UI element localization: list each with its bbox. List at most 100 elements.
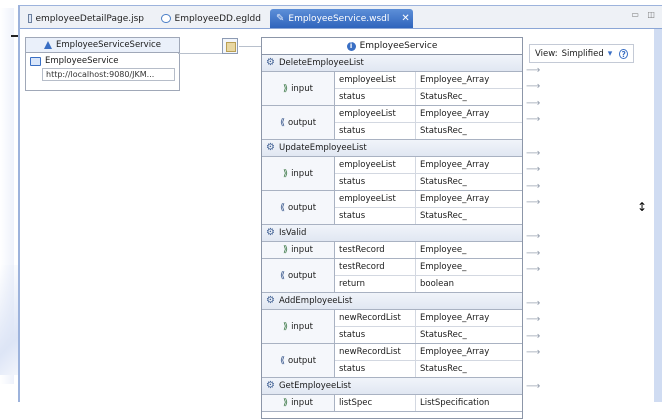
operation-header[interactable]: ⚙ DeleteEmployeeList: [262, 55, 522, 72]
input-arrow-icon: ⟫: [283, 321, 289, 332]
part-row[interactable]: employeeList Employee_Array: [335, 191, 522, 208]
part-name: status: [335, 89, 416, 105]
part-type: Employee_Array: [420, 194, 490, 204]
input-message[interactable]: ⟫ input listSpec ListSpecification: [262, 395, 522, 412]
output-arrow-icon: ⟪: [279, 117, 285, 128]
service-binding-connector: [178, 53, 222, 54]
port-address[interactable]: http://localhost:9080/JKM...: [42, 68, 175, 81]
part-row[interactable]: listSpec ListSpecification: [335, 395, 522, 411]
part-row[interactable]: return boolean: [335, 276, 522, 292]
arrow-right-icon: ⟶: [526, 148, 541, 159]
interface-icon: i: [346, 41, 356, 51]
interface-box[interactable]: i EmployeeService ⚙ DeleteEmployeeList ⟫ in…: [261, 37, 523, 419]
operation-name: GetEmployeeList: [278, 381, 352, 391]
part-name: employeeList: [335, 72, 416, 88]
tab-employee-service-wsdl[interactable]: ✎ EmployeeService.wsdl ✕: [270, 9, 413, 28]
part-row[interactable]: status StatusRec_: [335, 123, 522, 139]
arrow-right-icon: ⟶: [526, 331, 541, 342]
input-message[interactable]: ⟫ input newRecordList Employee_Array status S…: [262, 310, 522, 344]
arrow-right-icon: ⟶: [526, 264, 541, 275]
operation-icon: ⚙: [266, 142, 275, 153]
arrow-right-icon: ⟶: [526, 298, 541, 309]
input-parts: newRecordList Employee_Array status StatusR…: [335, 310, 522, 343]
part-row[interactable]: status StatusRec_: [335, 327, 522, 343]
operation-header[interactable]: ⚙ UpdateEmployeeList: [262, 140, 522, 157]
tab-employee-detail-page[interactable]: employeeDetailPage.jsp: [22, 9, 150, 28]
operation-icon: ⚙: [266, 380, 275, 391]
arrow-right-icon: ⟶: [526, 81, 541, 92]
port-name: EmployeeService: [45, 56, 119, 66]
output-label: ⟪ output: [262, 344, 335, 377]
part-row[interactable]: status StatusRec_: [335, 361, 522, 377]
input-label: ⟫ input: [262, 395, 335, 411]
interface-title: EmployeeService: [359, 41, 438, 51]
close-icon[interactable]: ✕: [401, 13, 409, 24]
input-message[interactable]: ⟫ input employeeList Employee_Array status St…: [262, 72, 522, 106]
input-message[interactable]: ⟫ input employeeList Employee_Array status St…: [262, 157, 522, 191]
jsp-file-icon: [28, 14, 32, 23]
part-name: testRecord: [335, 259, 416, 275]
part-type: ListSpecification: [420, 398, 490, 408]
part-row[interactable]: employeeList Employee_Array: [335, 72, 522, 89]
part-name: newRecordList: [335, 344, 416, 360]
input-arrow-icon: ⟫: [283, 168, 289, 179]
operation-name: DeleteEmployeeList: [278, 58, 364, 68]
part-row[interactable]: newRecordList Employee_Array: [335, 310, 522, 327]
output-message[interactable]: ⟪ output testRecord Employee_ return boolean: [262, 259, 522, 293]
operation-name: IsValid: [278, 228, 307, 238]
arrow-right-icon: ⟶: [526, 314, 541, 325]
slide-bullet-dash: [11, 35, 18, 37]
input-label: ⟫ input: [262, 157, 335, 190]
part-row[interactable]: employeeList Employee_Array: [335, 157, 522, 174]
tab-employee-dd[interactable]: EmployeeDD.egldd: [155, 9, 267, 28]
view-label: View:: [535, 48, 558, 59]
view-value: Simplified: [561, 48, 604, 59]
operation-icon: ⚙: [266, 295, 275, 306]
tab-label: employeeDetailPage.jsp: [35, 13, 145, 24]
part-name: employeeList: [335, 191, 416, 207]
part-row[interactable]: testRecord Employee_: [335, 259, 522, 276]
operation-header[interactable]: ⚙ AddEmployeeList: [262, 293, 522, 310]
port-row[interactable]: EmployeeService: [26, 53, 179, 66]
output-message[interactable]: ⟪ output employeeList Employee_Array status S…: [262, 106, 522, 140]
part-name: status: [335, 327, 416, 343]
operations-list: ⚙ DeleteEmployeeList ⟫ input employeeList Emp…: [262, 55, 522, 412]
operation-header[interactable]: ⚙ GetEmployeeList: [262, 378, 522, 395]
input-label: ⟫ input: [262, 242, 335, 258]
output-message[interactable]: ⟪ output employeeList Employee_Array status S…: [262, 191, 522, 225]
input-parts: employeeList Employee_Array status StatusRe…: [335, 72, 522, 105]
view-selector[interactable]: View: Simplified ▾ ?: [529, 44, 634, 63]
input-label-text: input: [291, 245, 313, 255]
window-controls[interactable]: ▭ ◫: [631, 10, 658, 19]
arrow-right-icon: ⟶: [526, 248, 541, 259]
chevron-down-icon[interactable]: ▾: [608, 49, 613, 59]
part-row[interactable]: newRecordList Employee_Array: [335, 344, 522, 361]
arrow-right-icon: ⟶: [526, 98, 541, 109]
vertical-scrollbar[interactable]: [654, 29, 662, 402]
message-arrows: ⟶ ⟶ ⟶ ⟶ ⟶ ⟶ ⟶ ⟶ ⟶ ⟶ ⟶ ⟶ ⟶ ⟶ ⟶ ⟶: [526, 29, 548, 409]
part-row[interactable]: employeeList Employee_Array: [335, 106, 522, 123]
arrow-right-icon: ⟶: [526, 65, 541, 76]
input-label-text: input: [291, 168, 313, 179]
service-title: EmployeeServiceService: [56, 40, 161, 50]
input-parts: testRecord Employee_: [335, 242, 522, 258]
part-row[interactable]: status StatusRec_: [335, 174, 522, 190]
operation-header[interactable]: ⚙ IsValid: [262, 225, 522, 242]
input-arrow-icon: ⟫: [283, 398, 289, 408]
editor-tab-bar: employeeDetailPage.jsp EmployeeDD.egldd …: [20, 6, 662, 29]
service-box[interactable]: EmployeeServiceService EmployeeService h…: [25, 37, 180, 91]
part-name: return: [335, 276, 416, 292]
arrow-right-icon: ⟶: [526, 164, 541, 175]
input-message[interactable]: ⟫ input testRecord Employee_: [262, 242, 522, 259]
operation-name: AddEmployeeList: [278, 296, 353, 306]
part-row[interactable]: status StatusRec_: [335, 208, 522, 224]
help-icon[interactable]: ?: [619, 48, 628, 59]
part-name: status: [335, 123, 416, 139]
part-type: boolean: [420, 279, 454, 289]
part-row[interactable]: testRecord Employee_: [335, 242, 522, 258]
output-parts: employeeList Employee_Array status StatusRe…: [335, 191, 522, 224]
part-row[interactable]: status StatusRec_: [335, 89, 522, 105]
output-label-text: output: [287, 355, 317, 366]
binding-icon[interactable]: [222, 38, 238, 54]
output-message[interactable]: ⟪ output newRecordList Employee_Array status…: [262, 344, 522, 378]
